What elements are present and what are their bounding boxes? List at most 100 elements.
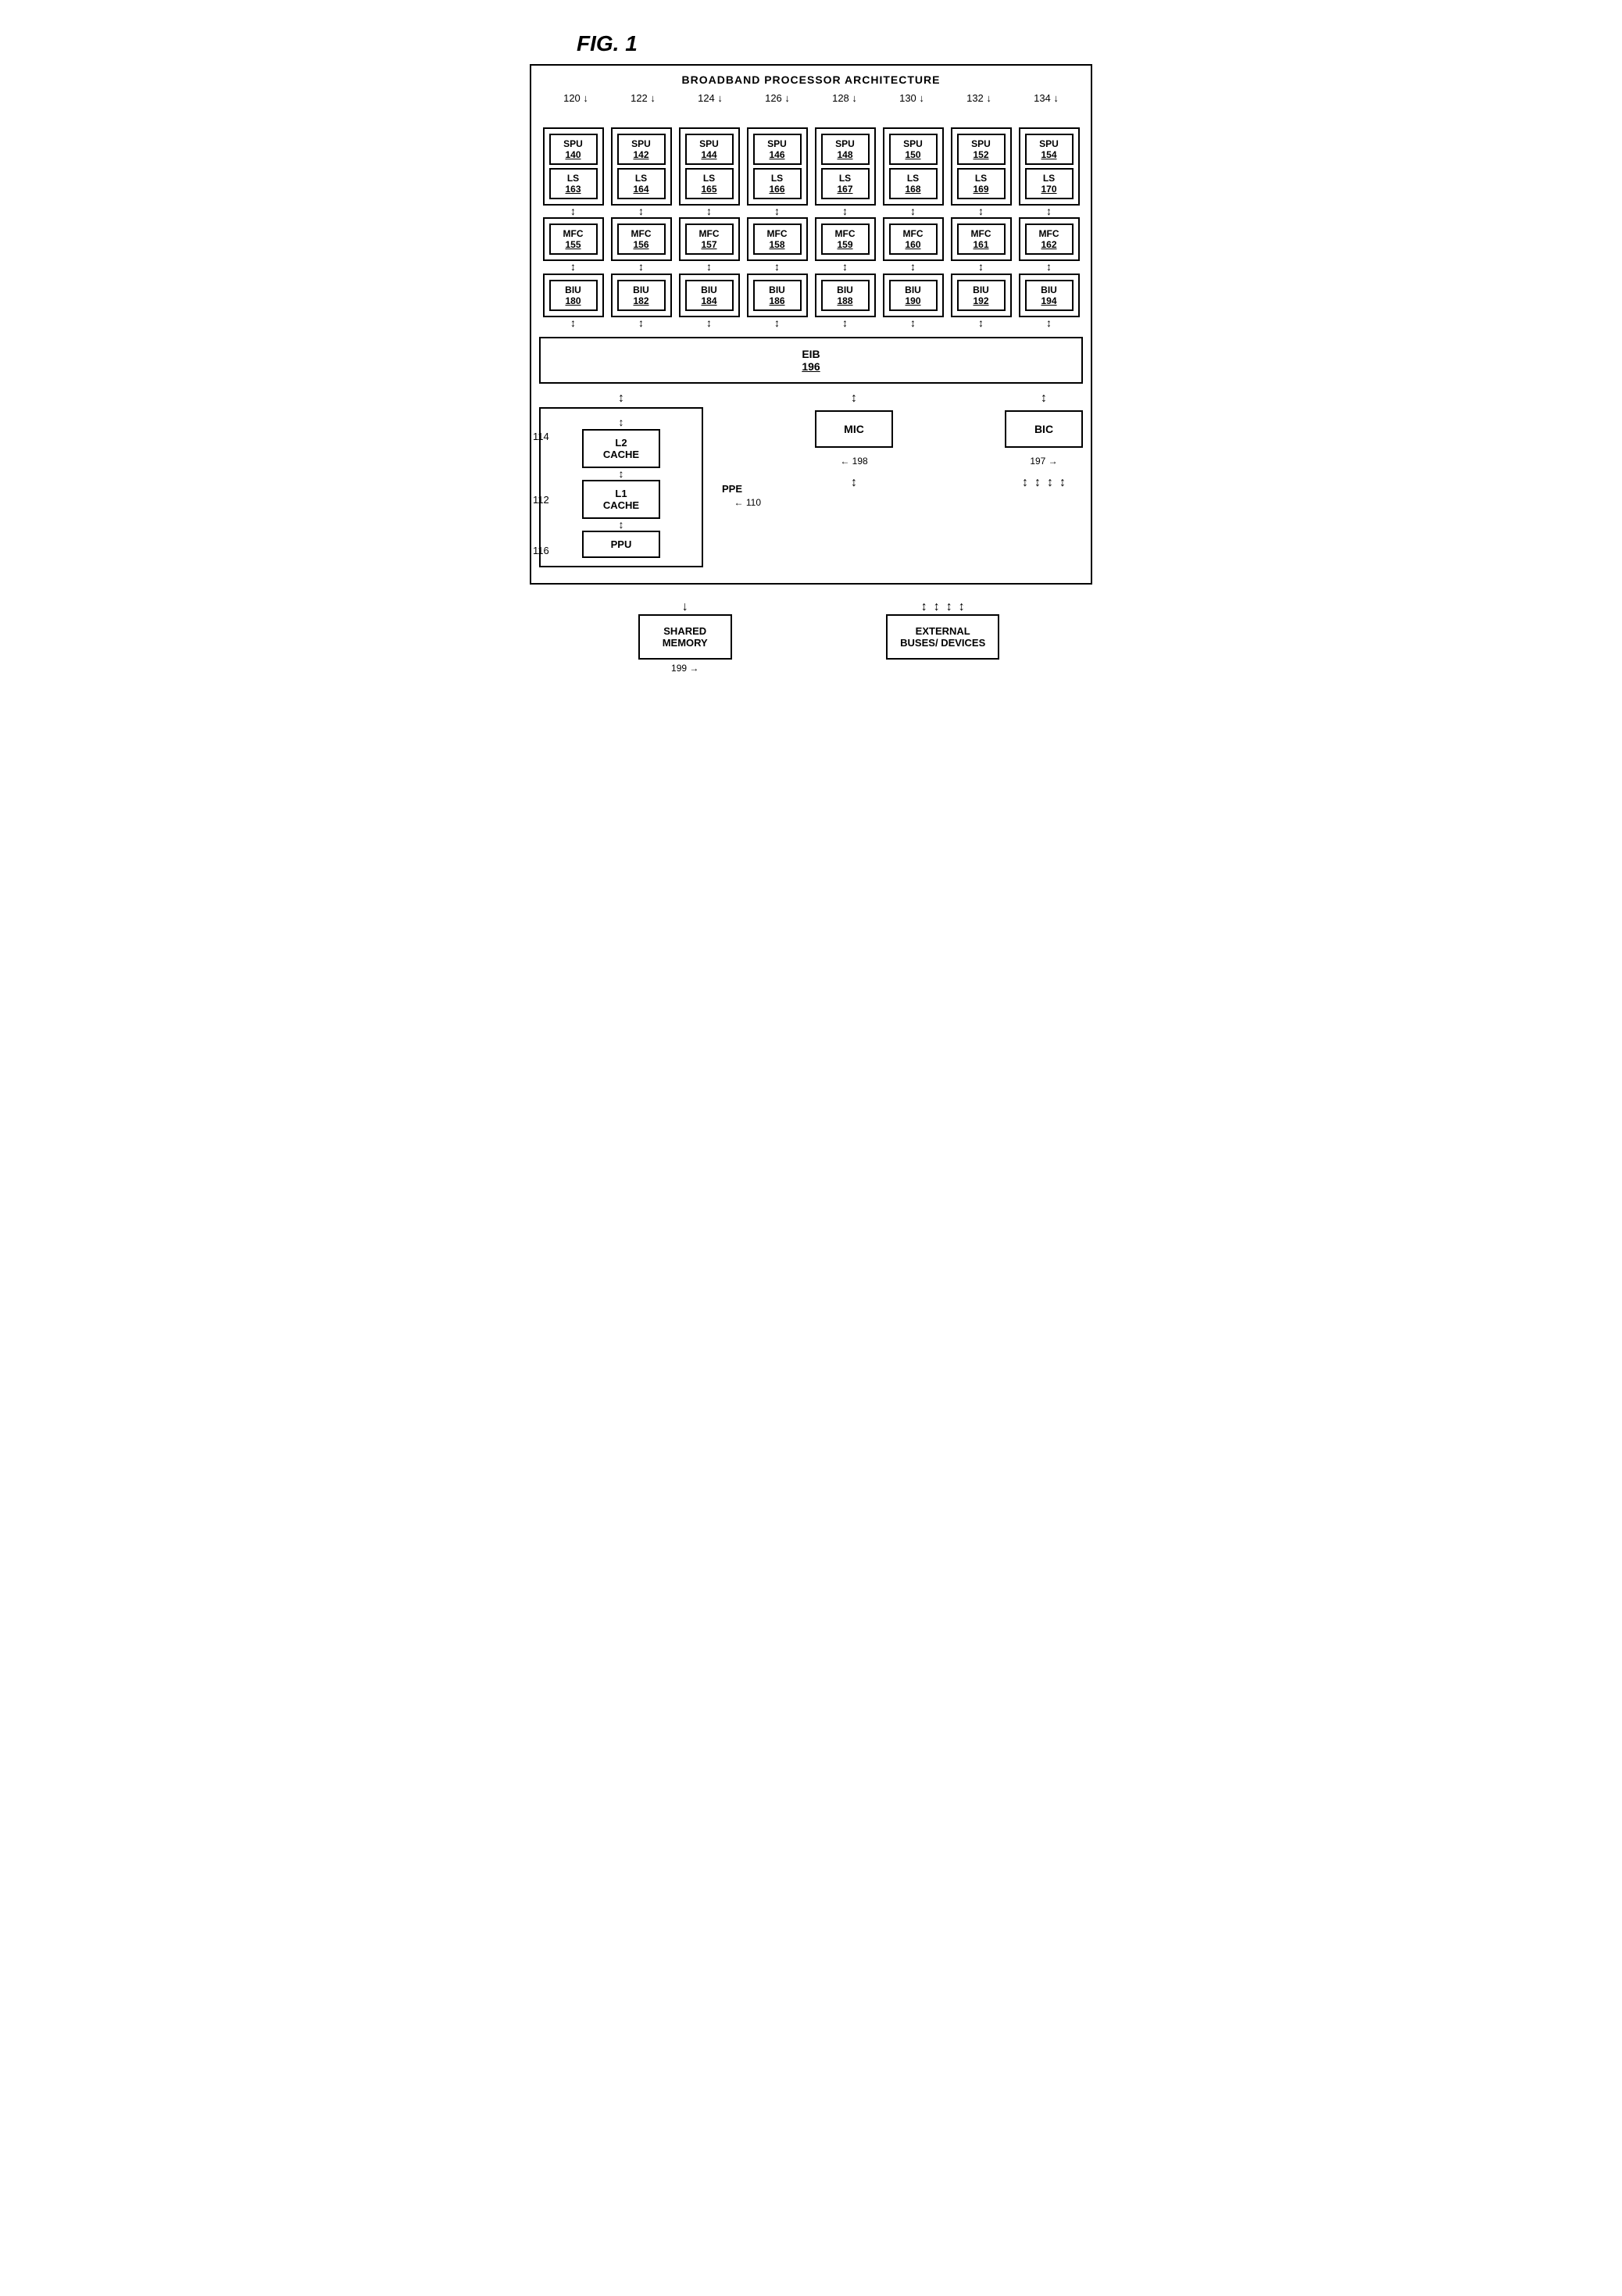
mic-ref: ← 198 (840, 456, 867, 467)
biu-outer-box-6: BIU 192 (951, 274, 1012, 317)
spu-inner-box-4: SPU 148 (821, 134, 870, 165)
ls-box-6: LS 169 (957, 168, 1006, 199)
arr-mfc-biu-7: ↕ (1046, 261, 1052, 273)
biu-box-1: BIU 182 (617, 280, 666, 311)
ppe-ref-arrow: ← 110 (734, 497, 761, 508)
l1-sub: CACHE (603, 499, 639, 511)
mfc-box-6: MFC 161 (957, 224, 1006, 255)
biu-outer-box-1: BIU 182 (611, 274, 672, 317)
l1-cache-box: L1 CACHE (582, 480, 660, 519)
mfc-box-4: MFC 159 (821, 224, 870, 255)
external-buses-section: ↕↕↕↕ EXTERNAL BUSES/ DEVICES (886, 600, 999, 674)
top-ref-130: 130 ↓ (881, 92, 942, 104)
mfc-outer-box-1: MFC 156 (611, 217, 672, 261)
mfc-box-2: MFC 157 (685, 224, 734, 255)
ppu-ref: 116 (533, 545, 549, 556)
ls-box-1: LS 164 (617, 168, 666, 199)
spu-inner-box-0: SPU 140 (549, 134, 598, 165)
arr-biu-eib-5: ↕ (910, 317, 916, 329)
arr-biu-eib-0: ↕ (570, 317, 576, 329)
arrow-to-shared-memory: ↓ (682, 600, 688, 614)
spu-outer-box-3: SPU 146 LS 166 (747, 127, 808, 206)
arrow-l2-l1: ↕ (619, 468, 624, 480)
mfc-box-7: MFC 162 (1025, 224, 1074, 255)
arr-spu-mfc-4: ↕ (842, 206, 848, 217)
ppe-outer-box: 114 ↕ L2 CACHE ↕ (539, 407, 703, 567)
spu-col-4: SPU 148 LS 167 ↕ MFC 159 ↕ BIU 188 (815, 127, 876, 329)
spu-col-2: SPU 144 LS 165 ↕ MFC 157 ↕ BIU 184 (679, 127, 740, 329)
ext-buses-line3: DEVICES (941, 637, 985, 649)
biu-box-6: BIU 192 (957, 280, 1006, 311)
arrow-eib-to-mic: ↕ (851, 392, 857, 406)
arr-biu-eib-2: ↕ (706, 317, 712, 329)
figure-title: FIG. 1 (577, 31, 1092, 56)
mfc-outer-box-0: MFC 155 (543, 217, 604, 261)
top-ref-124: 124 ↓ (680, 92, 741, 104)
arrow-eib-to-ppe: ↕ (539, 392, 703, 406)
spu-outer-box-7: SPU 154 LS 170 (1019, 127, 1080, 206)
arrows-to-ext-buses: ↕↕↕↕ (921, 600, 965, 614)
page: FIG. 1 BROADBAND PROCESSOR ARCHITECTURE … (514, 16, 1108, 689)
top-ref-132: 132 ↓ (949, 92, 1009, 104)
mfc-outer-box-2: MFC 157 (679, 217, 740, 261)
top-refs: 120 ↓ 122 ↓ 124 ↓ 126 ↓ 128 ↓ 130 ↓ 132 ↓ 134 ↓ (539, 92, 1083, 104)
arr-biu-eib-1: ↕ (638, 317, 644, 329)
spu-inner-box-3: SPU 146 (753, 134, 802, 165)
mic-label: MIC (844, 423, 864, 435)
mfc-outer-box-6: MFC 161 (951, 217, 1012, 261)
arr-spu-mfc-6: ↕ (978, 206, 984, 217)
spu-outer-box-0: SPU 140 LS 163 (543, 127, 604, 206)
ppu-box: PPU (582, 531, 660, 558)
top-ref-122: 122 ↓ (613, 92, 673, 104)
shared-memory-line1: SHARED (663, 625, 706, 637)
spu-row: SPU 140 LS 163 ↕ MFC 155 ↕ BIU 180 (539, 127, 1083, 329)
eib-label: EIB (802, 348, 820, 360)
spu-outer-box-2: SPU 144 LS 165 (679, 127, 740, 206)
arr-mfc-biu-3: ↕ (774, 261, 780, 273)
ls-box-7: LS 170 (1025, 168, 1074, 199)
biu-box-4: BIU 188 (821, 280, 870, 311)
mfc-outer-box-3: MFC 158 (747, 217, 808, 261)
bic-box: BIC (1005, 410, 1083, 448)
arrow-l1-ppu: ↕ (582, 519, 660, 531)
arr-biu-eib-7: ↕ (1046, 317, 1052, 329)
ext-buses-line1: EXTERNAL (916, 625, 970, 637)
mfc-box-3: MFC 158 (753, 224, 802, 255)
top-ref-128: 128 ↓ (814, 92, 875, 104)
biu-outer-box-5: BIU 190 (883, 274, 944, 317)
eib-section: EIB 196 (539, 337, 1083, 384)
ext-row: ↓ SHARED MEMORY 199 → ↕↕↕↕ EXTERNAL BUSE… (530, 600, 1092, 674)
arr-mfc-biu-6: ↕ (978, 261, 984, 273)
top-ref-120: 120 ↓ (545, 92, 606, 104)
arrows-bic-down: ↕↕↕↕ (1022, 476, 1066, 490)
top-ref-126: 126 ↓ (747, 92, 808, 104)
biu-outer-box-0: BIU 180 (543, 274, 604, 317)
main-box: BROADBAND PROCESSOR ARCHITECTURE 120 ↓12… (530, 64, 1092, 585)
eib-num: 196 (802, 360, 820, 373)
l2-label: L2 (615, 437, 627, 449)
mfc-outer-box-4: MFC 159 (815, 217, 876, 261)
ext-buses-line2: BUSES/ (900, 637, 938, 649)
arr-mfc-biu-0: ↕ (570, 261, 576, 273)
spu-inner-box-7: SPU 154 (1025, 134, 1074, 165)
ppe-section: ↕ 114 ↕ L2 CACHE (539, 392, 703, 567)
shared-memory-box: SHARED MEMORY (638, 614, 732, 660)
arrow-mic-down: ↕ (851, 476, 857, 490)
mfc-outer-box-5: MFC 160 (883, 217, 944, 261)
biu-box-5: BIU 190 (889, 280, 938, 311)
l2-sub: CACHE (603, 449, 639, 460)
main-label: BROADBAND PROCESSOR ARCHITECTURE (539, 73, 1083, 86)
spu-outer-box-5: SPU 150 LS 168 (883, 127, 944, 206)
l1-cache-ref: 112 (533, 494, 549, 506)
arr-mfc-biu-4: ↕ (842, 261, 848, 273)
spu-section: SPU 140 LS 163 ↕ MFC 155 ↕ BIU 180 (539, 106, 1083, 329)
top-ref-134: 134 ↓ (1016, 92, 1077, 104)
spu-col-1: SPU 142 LS 164 ↕ MFC 156 ↕ BIU 182 (611, 127, 672, 329)
spu-inner-box-6: SPU 152 (957, 134, 1006, 165)
biu-box-3: BIU 186 (753, 280, 802, 311)
spu-inner-box-1: SPU 142 (617, 134, 666, 165)
spu-outer-box-4: SPU 148 LS 167 (815, 127, 876, 206)
biu-outer-box-3: BIU 186 (747, 274, 808, 317)
mic-box: MIC (815, 410, 893, 448)
ppe-label: PPE (722, 483, 742, 495)
